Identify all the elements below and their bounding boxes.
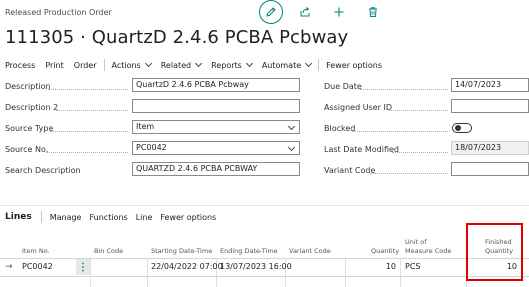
description-2-input[interactable] bbox=[132, 99, 300, 113]
delete-button[interactable] bbox=[361, 0, 385, 24]
col-variant-code[interactable]: Variant Code bbox=[289, 247, 331, 255]
blocked-label: Blocked bbox=[324, 124, 356, 133]
field-leader bbox=[392, 152, 448, 153]
col-ending-date-time[interactable]: Ending Date-Time bbox=[220, 247, 278, 255]
col-uom-line-1[interactable]: Unit of bbox=[405, 238, 427, 246]
row-uom[interactable]: PCS bbox=[405, 262, 421, 271]
manage-menu[interactable]: Manage bbox=[46, 213, 86, 222]
description-input[interactable]: QuartzD 2.4.6 PCBA Pcbway bbox=[132, 78, 300, 92]
assigned-user-label: Assigned User ID bbox=[324, 103, 393, 112]
lines-toolbar: Lines Manage Functions Line Fewer option… bbox=[0, 209, 220, 225]
last-modified-value: 18/07/2023 bbox=[451, 141, 529, 155]
add-icon bbox=[334, 7, 344, 17]
search-description-input[interactable]: QUARTZD 2.4.6 PCBA PCBWAY bbox=[132, 162, 300, 176]
header-toolbar bbox=[259, 0, 385, 24]
row-ending-date-time[interactable]: 13/07/2023 16:00 bbox=[220, 262, 292, 271]
col-uom-line-2[interactable]: Measure Code bbox=[405, 247, 451, 255]
col-divider bbox=[147, 258, 148, 287]
source-type-value: Item bbox=[136, 122, 155, 131]
edit-button[interactable] bbox=[259, 0, 283, 24]
page-title: 111305 · QuartzD 2.4.6 PCBA Pcbway bbox=[5, 27, 349, 48]
row-quantity[interactable]: 10 bbox=[346, 262, 396, 271]
add-button[interactable] bbox=[327, 0, 351, 24]
due-date-input[interactable]: 14/07/2023 bbox=[451, 78, 529, 92]
chevron-down-icon bbox=[195, 59, 203, 68]
divider bbox=[103, 59, 105, 71]
actions-menu[interactable]: Actions bbox=[107, 59, 156, 70]
reports-menu[interactable]: Reports bbox=[206, 59, 257, 70]
field-leader bbox=[46, 152, 128, 153]
source-no-label: Source No. bbox=[5, 145, 49, 154]
description-2-label: Description 2 bbox=[5, 103, 59, 112]
due-date-label: Due Date bbox=[324, 82, 362, 91]
col-bin-code[interactable]: Bin Code bbox=[94, 247, 123, 255]
source-type-label: Source Type bbox=[5, 124, 54, 133]
field-leader bbox=[50, 131, 128, 132]
related-menu[interactable]: Related bbox=[156, 59, 206, 70]
field-leader bbox=[352, 131, 448, 132]
row-starting-date-time[interactable]: 22/04/2022 07:00 bbox=[151, 262, 223, 271]
variant-code-label: Variant Code bbox=[324, 166, 376, 175]
line-menu[interactable]: Line bbox=[132, 213, 157, 222]
blocked-toggle[interactable] bbox=[452, 123, 472, 133]
divider bbox=[318, 59, 320, 71]
more-vertical-icon bbox=[82, 262, 84, 272]
source-no-input[interactable]: PC0042 bbox=[132, 141, 300, 155]
field-leader bbox=[389, 110, 448, 111]
col-divider bbox=[400, 258, 401, 287]
col-item-no[interactable]: Item No. bbox=[22, 247, 50, 255]
source-type-select[interactable]: Item bbox=[132, 120, 300, 134]
search-description-label: Search Description bbox=[5, 166, 81, 175]
description-label: Description bbox=[5, 82, 51, 91]
field-leader bbox=[370, 173, 448, 174]
lines-title: Lines bbox=[5, 212, 32, 222]
actions-label: Actions bbox=[111, 60, 141, 70]
automate-menu[interactable]: Automate bbox=[257, 59, 316, 70]
share-button[interactable] bbox=[293, 0, 317, 24]
share-icon bbox=[300, 7, 310, 17]
field-leader bbox=[56, 110, 128, 111]
related-label: Related bbox=[160, 60, 192, 70]
page-kicker: Released Production Order bbox=[5, 8, 112, 17]
row-item-no[interactable]: PC0042 bbox=[22, 262, 53, 271]
col-starting-date-time[interactable]: Starting Date-Time bbox=[151, 247, 212, 255]
row-indicator-arrow-icon: → bbox=[5, 262, 13, 272]
order-menu[interactable]: Order bbox=[69, 61, 102, 70]
row-divider bbox=[0, 276, 529, 277]
chevron-down-icon bbox=[287, 143, 296, 152]
print-menu[interactable]: Print bbox=[40, 61, 68, 70]
fewer-options-lines-button[interactable]: Fewer options bbox=[156, 213, 220, 222]
section-divider bbox=[0, 205, 529, 206]
col-quantity[interactable]: Quantity bbox=[371, 247, 399, 255]
functions-menu[interactable]: Functions bbox=[85, 213, 131, 222]
source-no-value: PC0042 bbox=[136, 143, 167, 152]
action-bar: Process Print Order Actions Related Repo… bbox=[0, 57, 529, 73]
edit-icon bbox=[266, 7, 276, 17]
toggle-knob bbox=[455, 125, 461, 131]
variant-code-input[interactable] bbox=[451, 162, 529, 176]
chevron-down-icon bbox=[287, 122, 296, 131]
field-leader bbox=[48, 89, 128, 90]
last-modified-label: Last Date Modified bbox=[324, 145, 400, 154]
assigned-user-input[interactable] bbox=[451, 99, 529, 113]
process-menu[interactable]: Process bbox=[0, 61, 40, 70]
delete-icon bbox=[369, 7, 377, 17]
fewer-options-button[interactable]: Fewer options bbox=[321, 61, 387, 70]
col-divider bbox=[90, 258, 91, 287]
field-leader bbox=[360, 89, 448, 90]
row-actions-button[interactable] bbox=[76, 259, 90, 275]
reports-label: Reports bbox=[211, 60, 242, 70]
chevron-down-icon bbox=[305, 59, 313, 68]
chevron-down-icon bbox=[245, 59, 253, 68]
automate-label: Automate bbox=[261, 60, 302, 70]
divider bbox=[40, 211, 42, 223]
highlight-box bbox=[466, 223, 523, 281]
chevron-down-icon bbox=[144, 59, 152, 68]
